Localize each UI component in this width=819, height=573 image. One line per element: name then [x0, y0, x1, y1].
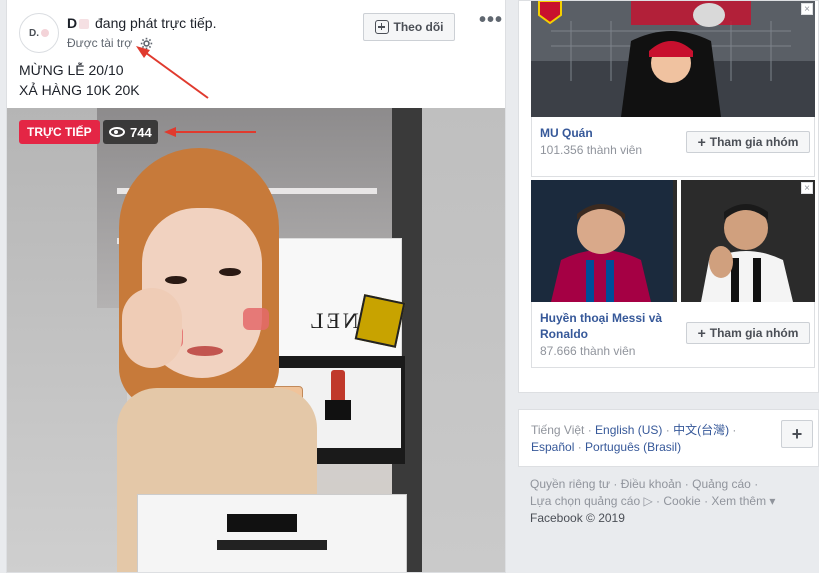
group-cover-image[interactable]: × [531, 180, 815, 302]
footer-link[interactable]: Điều khoản [621, 477, 682, 491]
lipstick-case [325, 400, 351, 420]
sponsored-label[interactable]: Được tài trợ [67, 36, 132, 50]
language-option[interactable]: 中文(台灣) [673, 423, 729, 437]
footer-link[interactable]: Quảng cáo [692, 477, 751, 491]
language-option[interactable]: Português (Brasil) [585, 440, 681, 454]
group-title[interactable]: Huyền thoại Messi và Ronaldo [540, 310, 680, 342]
caption-line-1: MỪNG LỄ 20/10 [19, 62, 124, 78]
footer-link[interactable]: Quyền riêng tư [530, 477, 610, 491]
live-post: D. D đang phát trực tiếp. Được tài trợ T… [6, 0, 506, 573]
follow-label: Theo dõi [393, 20, 444, 34]
eye-icon [109, 127, 125, 137]
follow-button[interactable]: Theo dõi [363, 13, 455, 41]
lipstick [331, 370, 345, 400]
footer-links: Quyền riêng tư · Điều khoản · Quảng cáo … [530, 477, 776, 525]
group-info: Huyền thoại Messi và Ronaldo 87.666 thàn… [531, 302, 815, 368]
group-suggestion-messi-ronaldo: × Huyền thoại Messi và Ronaldo 87.666 th… [531, 180, 815, 376]
group-info: MU Quán 101.356 thành viên + Tham gia nh… [531, 117, 815, 177]
join-group-button[interactable]: + Tham gia nhóm [686, 131, 810, 153]
tray-item [217, 540, 327, 550]
adchoices-icon: ▷ [643, 494, 653, 508]
annotation-arrow-icon [136, 46, 209, 99]
footer-link[interactable]: Cookie [663, 494, 700, 508]
presenter-lips [187, 346, 223, 356]
plus-icon: + [697, 134, 706, 150]
presenter-eye [165, 276, 187, 284]
tray-item [227, 514, 297, 532]
copyright: Facebook © 2019 [530, 511, 625, 525]
group-title[interactable]: MU Quán [540, 125, 593, 141]
more-options-icon[interactable]: ••• [479, 9, 503, 32]
post-header: D. D đang phát trực tiếp. Được tài trợ T… [7, 0, 505, 108]
headline-text: đang phát trực tiếp. [95, 15, 217, 31]
footer-link[interactable]: Lựa chọn quảng cáo [530, 494, 640, 508]
avatar-initial: D. [29, 27, 39, 39]
viewer-count: 744 [130, 124, 152, 140]
plus-icon: + [697, 325, 706, 341]
page-name[interactable]: D [67, 15, 77, 31]
close-icon[interactable]: × [801, 182, 813, 194]
group-suggestion-mu: × MU Quán 101.356 thành viên + Tham gia … [531, 1, 815, 177]
footer-link[interactable]: Xem thêm [711, 494, 766, 508]
language-list: Tiếng Việt · English (US) · 中文(台灣) · Esp… [531, 423, 737, 454]
current-language: Tiếng Việt [531, 423, 585, 437]
post-caption: MỪNG LỄ 20/10 XẢ HÀNG 10K 20K [19, 60, 140, 100]
group-members: 87.666 thành viên [540, 344, 636, 358]
presenter-eye [219, 268, 241, 276]
presenter-cheek [243, 308, 269, 330]
join-label: Tham gia nhóm [709, 135, 799, 149]
presenter-hand [122, 288, 182, 368]
product-tray [137, 494, 407, 572]
follow-icon [374, 20, 389, 34]
language-option[interactable]: English (US) [595, 423, 662, 437]
messi-ronaldo-cover-illustration [531, 180, 815, 302]
add-language-button[interactable]: + [781, 420, 813, 448]
live-video[interactable]: ANEL TRỰC TIẾP 744 [7, 108, 505, 572]
annotation-arrow-icon [164, 127, 256, 137]
avatar-blur [41, 29, 49, 37]
join-label: Tham gia nhóm [709, 326, 799, 340]
page-name-redacted [79, 19, 90, 30]
group-members: 101.356 thành viên [540, 143, 643, 157]
mu-cover-illustration [531, 1, 815, 117]
live-badge: TRỰC TIẾP [19, 120, 100, 144]
viewer-count-badge: 744 [103, 120, 158, 144]
page-avatar[interactable]: D. [19, 13, 59, 53]
close-icon[interactable]: × [801, 3, 813, 15]
caption-line-2: XẢ HÀNG 10K 20K [19, 82, 140, 98]
post-headline: D đang phát trực tiếp. [67, 15, 216, 31]
group-cover-image[interactable]: × [531, 1, 815, 117]
language-option[interactable]: Español [531, 440, 574, 454]
language-selector: Tiếng Việt · English (US) · 中文(台灣) · Esp… [518, 409, 819, 467]
suggested-groups-card: × MU Quán 101.356 thành viên + Tham gia … [518, 0, 819, 393]
join-group-button[interactable]: + Tham gia nhóm [686, 322, 810, 344]
